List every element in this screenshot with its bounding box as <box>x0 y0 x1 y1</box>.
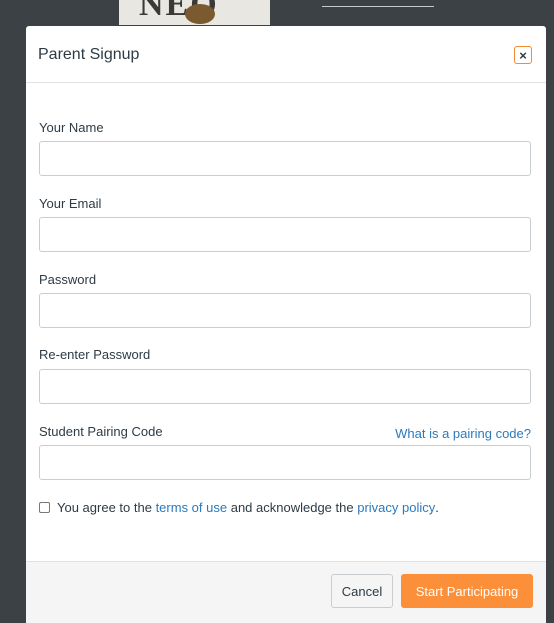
pairing-code-help-link[interactable]: What is a pairing code? <box>395 426 531 441</box>
modal-header: Parent Signup × <box>26 26 546 83</box>
cancel-button[interactable]: Cancel <box>331 574 393 608</box>
pairing-code-input[interactable] <box>39 445 531 480</box>
close-icon: × <box>519 47 527 63</box>
your-email-label: Your Email <box>39 196 102 211</box>
password-input[interactable] <box>39 293 531 328</box>
modal-title: Parent Signup <box>38 46 140 63</box>
agreement-middle: and acknowledge the <box>230 500 354 515</box>
parent-signup-modal: Parent Signup × Your Name Your Email Pas… <box>26 26 546 623</box>
reenter-password-input[interactable] <box>39 369 531 404</box>
password-label: Password <box>39 272 97 287</box>
your-name-input[interactable] <box>39 141 531 176</box>
terms-of-use-link[interactable]: terms of use <box>156 500 228 515</box>
agreement-prefix: You agree to the <box>57 500 152 515</box>
agree-checkbox[interactable] <box>39 502 50 513</box>
agreement-row: You agree to the terms of use and acknow… <box>39 500 439 515</box>
background-logo-mark <box>185 4 215 24</box>
modal-footer: Cancel Start Participating <box>26 561 546 623</box>
privacy-policy-link[interactable]: privacy policy <box>357 500 435 515</box>
your-email-input[interactable] <box>39 217 531 252</box>
background-logo: NEO <box>119 0 270 25</box>
pairing-code-label: Student Pairing Code <box>39 424 163 439</box>
start-participating-button[interactable]: Start Participating <box>401 574 533 608</box>
agreement-suffix: . <box>435 500 439 515</box>
your-name-label: Your Name <box>39 120 104 135</box>
reenter-password-label: Re-enter Password <box>39 347 151 362</box>
background-divider <box>322 6 434 7</box>
close-button[interactable]: × <box>514 46 532 64</box>
